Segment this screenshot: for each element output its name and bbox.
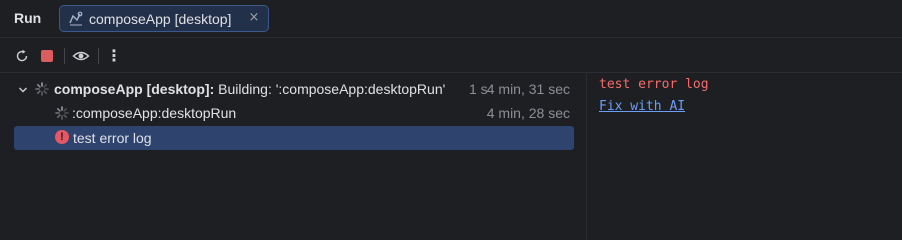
- chevron-down-icon[interactable]: [17, 83, 29, 95]
- tree-row-test-error-log[interactable]: ! test error log: [14, 126, 574, 150]
- run-header: Run composeApp [desktop] ×: [0, 0, 902, 38]
- run-title: Run: [14, 10, 42, 26]
- spinner-icon: [35, 82, 49, 96]
- tab-label: composeApp [desktop]: [89, 10, 232, 27]
- tree-row-duration: 4 min, 28 sec: [486, 105, 570, 121]
- error-icon: !: [55, 130, 69, 144]
- run-tree: composeApp [desktop]: Building: ':compos…: [0, 74, 586, 240]
- tree-row-status: Building: ':composeApp:desktopRun': [214, 81, 446, 97]
- toolbar-separator: [64, 48, 65, 64]
- tab-compose-app-desktop[interactable]: composeApp [desktop] ×: [59, 5, 269, 32]
- more-vertical-icon[interactable]: ⋮: [105, 47, 123, 65]
- tree-row-duration: 4 min, 31 sec: [486, 81, 570, 97]
- tree-row-label: composeApp [desktop]: Building: ':compos…: [54, 81, 445, 97]
- rerun-icon[interactable]: [13, 47, 31, 65]
- tree-row-label: :composeApp:desktopRun: [72, 105, 237, 121]
- tree-row-label: test error log: [73, 130, 152, 146]
- stop-icon[interactable]: [38, 47, 56, 65]
- tree-row-truncated: 1 s: [469, 81, 487, 97]
- run-toolbar: ⋮: [0, 39, 902, 73]
- toolbar-separator: [98, 48, 99, 64]
- console-error-line: test error log: [599, 77, 709, 92]
- tree-row-name: composeApp [desktop]:: [54, 81, 215, 97]
- tree-row-compose-app[interactable]: composeApp [desktop]: Building: ':compos…: [14, 78, 574, 101]
- spinner-icon: [55, 106, 69, 120]
- close-icon[interactable]: ×: [247, 11, 261, 25]
- eye-icon[interactable]: [72, 47, 90, 65]
- console-output: test error log Fix with AI: [587, 74, 902, 240]
- fix-with-ai-link[interactable]: Fix with AI: [599, 99, 685, 114]
- tree-row-desktop-run[interactable]: :composeApp:desktopRun 4 min, 28 sec: [14, 102, 574, 125]
- compose-app-icon: [68, 11, 84, 27]
- run-tool-window: Run composeApp [desktop] × ⋮ composeApp …: [0, 0, 902, 240]
